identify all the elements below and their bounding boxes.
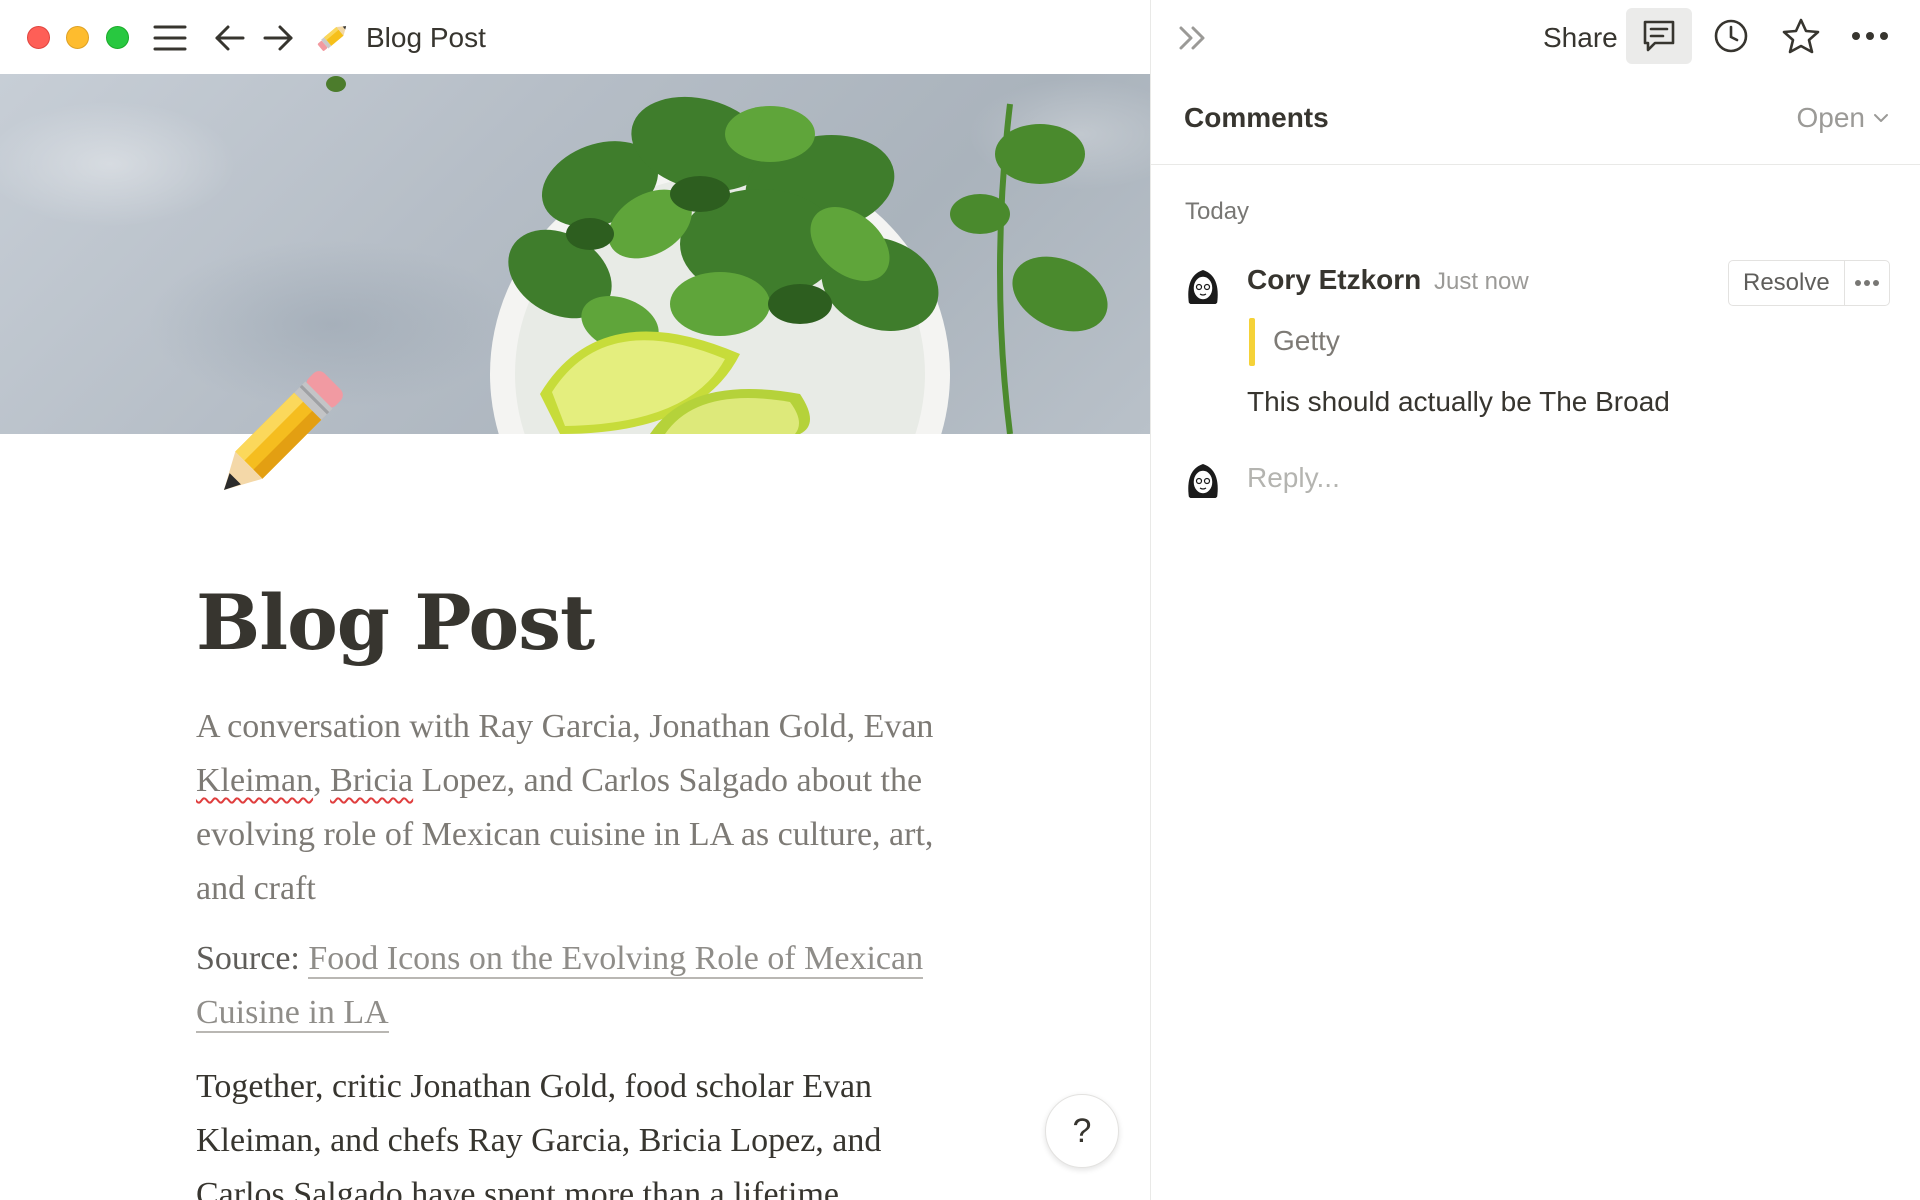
- page-title[interactable]: Blog Post: [196, 578, 595, 668]
- title-bar: Blog Post: [0, 0, 1150, 74]
- source-label: Source:: [196, 940, 309, 977]
- comments-title: Comments: [1184, 102, 1329, 133]
- zoom-window-button[interactable]: [106, 26, 129, 49]
- filter-label: Open: [1796, 102, 1866, 133]
- author-avatar[interactable]: [1181, 264, 1225, 308]
- collapse-panel-icon[interactable]: [1173, 18, 1213, 58]
- date-group-label: Today: [1185, 198, 1250, 225]
- forward-arrow-icon[interactable]: [258, 18, 298, 58]
- more-dots-icon[interactable]: [1848, 14, 1892, 58]
- intro-paragraph[interactable]: A conversation with Ray Garcia, Jonathan…: [196, 700, 976, 916]
- comments-header: Comments Open: [1151, 74, 1920, 165]
- intro-text: A conversation with Ray Garcia, Jonathan…: [196, 708, 934, 745]
- comment-filter-dropdown[interactable]: Open: [1797, 102, 1890, 134]
- more-dots-icon: [1854, 280, 1879, 286]
- pencil-emoji-icon[interactable]: [312, 18, 352, 58]
- quoted-text[interactable]: Getty: [1273, 325, 1340, 357]
- chevron-down-icon: [1874, 114, 1888, 122]
- body-paragraph[interactable]: Together, critic Jonathan Gold, food sch…: [196, 1060, 976, 1200]
- comment-icon: [1643, 20, 1675, 52]
- source-paragraph: Source: Food Icons on the Evolving Role …: [196, 932, 976, 1040]
- spellcheck-word[interactable]: Bricia: [330, 762, 413, 799]
- comment-more-button[interactable]: [1845, 261, 1889, 305]
- window-title: Blog Post: [366, 22, 486, 53]
- comment-actions: Resolve: [1728, 260, 1890, 306]
- cover-illustration: [326, 76, 1108, 434]
- help-button[interactable]: ?: [1045, 1094, 1119, 1168]
- cover-image[interactable]: [0, 74, 1150, 434]
- comments-toggle-button[interactable]: [1626, 8, 1692, 64]
- comment-author[interactable]: Cory Etzkorn: [1247, 264, 1421, 296]
- reply-avatar: [1181, 458, 1225, 502]
- comments-panel: Share Comments Open Today Cory Etzkorn J…: [1150, 0, 1920, 1200]
- reply-input[interactable]: [1247, 462, 1847, 494]
- intro-text: ,: [313, 762, 331, 799]
- quote-highlight-bar: [1249, 318, 1255, 366]
- minimize-window-button[interactable]: [66, 26, 89, 49]
- page-area: Blog Post Blog Post A conversation with …: [0, 0, 1150, 1200]
- star-icon[interactable]: [1779, 14, 1823, 58]
- history-clock-icon[interactable]: [1709, 14, 1753, 58]
- spellcheck-word[interactable]: Kleiman: [196, 762, 313, 799]
- share-button[interactable]: Share: [1531, 18, 1630, 58]
- page-icon-pencil[interactable]: [196, 358, 356, 518]
- comment-timestamp: Just now: [1434, 268, 1529, 295]
- menu-icon[interactable]: [150, 18, 190, 58]
- comment-body: This should actually be The Broad: [1247, 386, 1670, 417]
- resolve-button[interactable]: Resolve: [1729, 261, 1845, 305]
- close-window-button[interactable]: [27, 26, 50, 49]
- back-arrow-icon[interactable]: [210, 18, 250, 58]
